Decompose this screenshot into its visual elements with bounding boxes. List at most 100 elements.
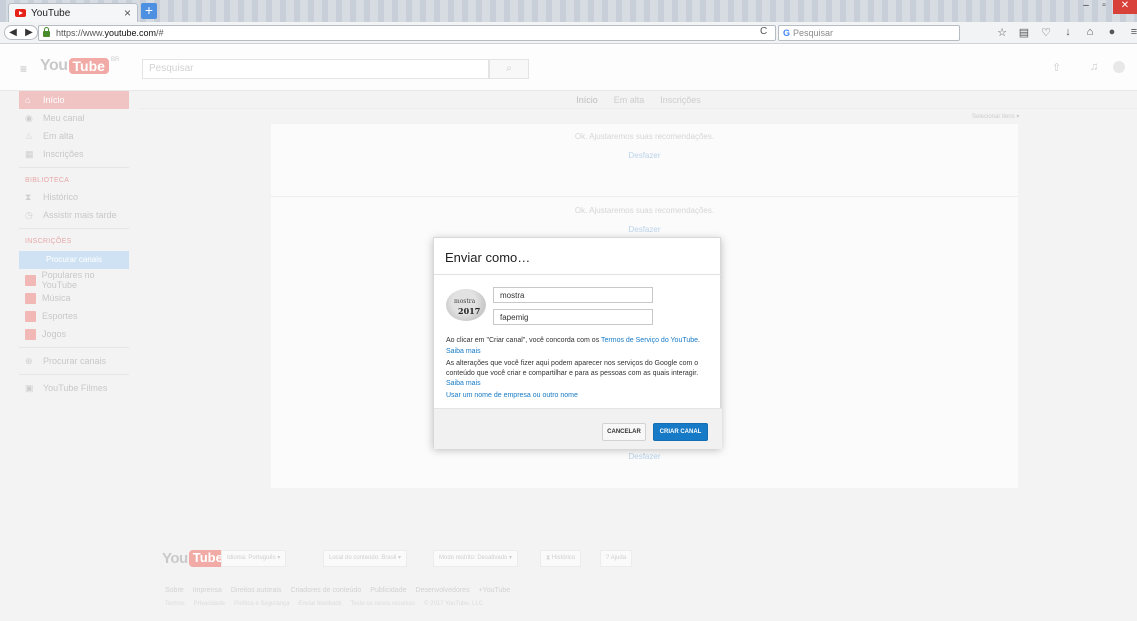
logo-tube: Tube xyxy=(68,58,109,74)
tab-inscricoes[interactable]: Inscrições xyxy=(657,95,704,105)
logo-country: BR xyxy=(110,57,120,63)
location-selector[interactable]: Local do conteúdo: Brasil ▾ xyxy=(323,550,408,567)
first-name-field[interactable] xyxy=(493,287,653,303)
reload-icon[interactable]: C xyxy=(760,26,767,37)
back-arrow-icon[interactable]: ◀ xyxy=(5,26,21,39)
browser-tab-youtube[interactable]: YouTube × xyxy=(8,3,138,22)
yt-footer: You Tube Idioma: Português ▾ Local do co… xyxy=(0,540,1137,621)
notifications-bell-icon[interactable]: ♫ xyxy=(1090,61,1098,73)
browse-channels-button[interactable]: Procurar canais xyxy=(19,251,129,269)
google-notice-text: As alterações que você fizer aqui podem … xyxy=(446,360,699,377)
footer-link[interactable]: +YouTube xyxy=(479,587,511,594)
download-icon[interactable]: ↓ xyxy=(1062,26,1074,39)
subscriptions-icon: ▦ xyxy=(25,148,34,159)
learn-more-link-2[interactable]: Saiba mais xyxy=(446,380,481,387)
dialog-footer: CANCELAR CRIAR CANAL xyxy=(434,408,722,449)
upload-icon[interactable]: ⇧ xyxy=(1052,61,1061,74)
new-tab-button[interactable]: + xyxy=(141,3,157,19)
film-icon: ▣ xyxy=(25,382,34,393)
footer-link[interactable]: Teste os novos recursos xyxy=(350,601,415,607)
footer-link[interactable]: Criadores de conteúdo xyxy=(290,587,361,594)
language-selector[interactable]: Idioma: Português ▾ xyxy=(221,550,287,567)
terms-of-service-link[interactable]: Termos de Serviço do YouTube xyxy=(601,337,698,344)
footer-link[interactable]: Política e Segurança xyxy=(234,601,289,607)
sidebar-item-meu-canal[interactable]: ◉ Meu canal xyxy=(19,109,129,127)
yt-search-button[interactable]: ⌕ xyxy=(489,59,529,79)
browser-search-input[interactable]: G Pesquisar xyxy=(778,25,960,41)
yt-search-input[interactable]: Pesquisar xyxy=(142,59,489,79)
yt-sidebar: ⌂ Início ◉ Meu canal ♨ Em alta ▦ Inscrições … xyxy=(19,91,129,397)
tab-em-alta[interactable]: Em alta xyxy=(611,95,648,105)
search-icon: ⌕ xyxy=(506,63,512,74)
footer-link[interactable]: Desenvolvedores xyxy=(415,587,469,594)
sidebar-channel[interactable]: Populares no YouTube xyxy=(19,270,129,290)
sidebar-item-inicio[interactable]: ⌂ Início xyxy=(19,91,129,109)
footer-link[interactable]: Direitos autorais xyxy=(231,587,282,594)
feed-dismissed-item: Ok. Ajustaremos suas recomendações. Desf… xyxy=(271,132,1018,160)
account-avatar[interactable] xyxy=(1113,61,1125,73)
pocket-icon[interactable]: ♡ xyxy=(1040,26,1052,39)
youtube-favicon-icon xyxy=(15,9,26,17)
use-business-name-link[interactable]: Usar um nome de empresa ou outro nome xyxy=(446,392,578,399)
learn-more-link[interactable]: Saiba mais xyxy=(446,348,481,355)
undo-link[interactable]: Desfazer xyxy=(271,151,1018,160)
terms-text: Ao clicar em "Criar canal", você concord… xyxy=(446,337,700,344)
tab-title: YouTube xyxy=(31,7,71,19)
hourglass-icon: ⧗ xyxy=(25,191,32,202)
footer-link[interactable]: Termos xyxy=(165,601,185,607)
browser-search-placeholder: Pesquisar xyxy=(793,28,834,38)
footer-link[interactable]: Enviar feedback xyxy=(298,601,341,607)
select-items-dropdown[interactable]: Selecionar itens ▾ xyxy=(972,113,1019,120)
bookmarks-list-icon[interactable]: ▤ xyxy=(1018,26,1030,39)
url-text: https://www.youtube.com/# xyxy=(56,28,164,38)
browser-navbar: ◀ ▶ https://www.youtube.com/# C G Pesqui… xyxy=(0,22,1137,44)
copyright-text: © 2017 YouTube, LLC xyxy=(424,601,484,607)
last-name-field[interactable] xyxy=(493,309,653,325)
undo-link[interactable]: Desfazer xyxy=(271,225,1018,234)
history-button[interactable]: ⧗ Histórico xyxy=(540,550,582,567)
tab-close-icon[interactable]: × xyxy=(124,6,131,20)
browser-toolbar: ☆ ▤ ♡ ↓ ⌂ ● ≡ xyxy=(996,26,1137,39)
home-icon: ⌂ xyxy=(25,95,31,105)
tab-inicio[interactable]: Início xyxy=(573,95,601,105)
sidebar-channel[interactable]: Música xyxy=(19,289,129,307)
footer-link[interactable]: Publicidade xyxy=(370,587,406,594)
sidebar-item-youtube-filmes[interactable]: ▣ YouTube Filmes xyxy=(19,379,129,397)
sidebar-heading-biblioteca: BIBLIOTECA xyxy=(25,176,70,184)
feed-dismissed-item: Ok. Ajustaremos suas recomendações. Desf… xyxy=(271,206,1018,234)
sidebar-item-historico[interactable]: ⧗ Histórico xyxy=(19,188,129,206)
minimize-button[interactable]: – xyxy=(1077,0,1095,14)
footer-youtube-logo[interactable]: You Tube xyxy=(162,550,227,567)
undo-link[interactable]: Desfazer xyxy=(271,452,1018,461)
sidebar-channel[interactable]: Jogos xyxy=(19,325,129,343)
footer-link[interactable]: Sobre xyxy=(165,587,184,594)
browser-tab-strip: YouTube × + – ▫ ✕ xyxy=(0,0,1137,22)
lock-icon xyxy=(43,27,50,37)
sidebar-item-procurar-canais[interactable]: ⊕ Procurar canais xyxy=(19,352,129,370)
close-window-button[interactable]: ✕ xyxy=(1113,0,1137,14)
sidebar-item-inscricoes[interactable]: ▦ Inscrições xyxy=(19,145,129,163)
maximize-button[interactable]: ▫ xyxy=(1095,0,1113,14)
url-bar[interactable]: https://www.youtube.com/# xyxy=(38,25,776,41)
bookmark-star-icon[interactable]: ☆ xyxy=(996,26,1008,39)
hamburger-menu-icon[interactable]: ≡ xyxy=(20,62,27,76)
footer-link[interactable]: Imprensa xyxy=(193,587,222,594)
restricted-mode-selector[interactable]: Modo restrito: Desativado ▾ xyxy=(433,550,519,567)
youtube-logo[interactable]: You Tube BR xyxy=(40,57,119,75)
home-icon[interactable]: ⌂ xyxy=(1084,26,1096,39)
sidebar-item-assistir-mais-tarde[interactable]: ◷ Assistir mais tarde xyxy=(19,206,129,224)
forward-arrow-icon[interactable]: ▶ xyxy=(21,26,37,39)
dialog-title: Enviar como… xyxy=(445,250,531,265)
cancel-button[interactable]: CANCELAR xyxy=(602,423,646,441)
feed-tabs: Início Em alta Inscrições xyxy=(140,91,1137,109)
menu-icon[interactable]: ≡ xyxy=(1128,26,1137,39)
chat-icon[interactable]: ● xyxy=(1106,26,1118,39)
sidebar-item-em-alta[interactable]: ♨ Em alta xyxy=(19,127,129,145)
sidebar-channel[interactable]: Esportes xyxy=(19,307,129,325)
clock-icon: ◷ xyxy=(25,209,33,220)
create-channel-button[interactable]: CRIAR CANAL xyxy=(653,423,708,441)
fire-icon: ♨ xyxy=(25,130,34,141)
channel-thumb-icon xyxy=(25,292,36,304)
help-button[interactable]: ? Ajuda xyxy=(600,550,633,567)
footer-link[interactable]: Privacidade xyxy=(194,601,225,607)
